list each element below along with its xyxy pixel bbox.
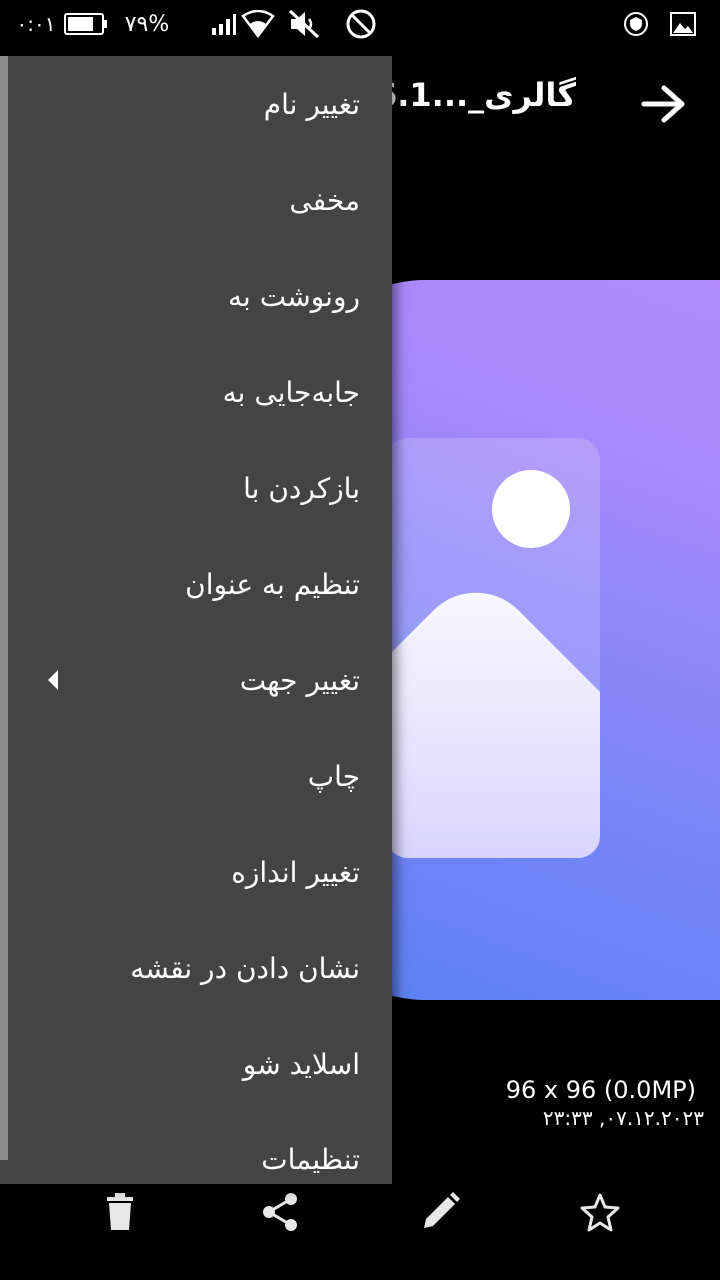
shield-icon <box>622 8 650 40</box>
bottom-toolbar <box>0 1180 720 1240</box>
menu-item-label: تنظیم به عنوان <box>185 567 360 601</box>
star-icon[interactable] <box>572 1184 628 1240</box>
status-bar: ۰:۰۱ ۷۹% <box>0 0 720 48</box>
menu-item-label: تنظیمات <box>261 1143 360 1176</box>
menu-item-label: مخفی <box>289 183 360 217</box>
menu-item-print[interactable]: چاپ <box>8 728 392 824</box>
menu-item-label: اسلاید شو <box>242 1047 360 1081</box>
image-datetime: ۲۳:۳۳ ,۰۷.۱۲.۲۰۲۳ <box>542 1106 704 1130</box>
menu-item-hide[interactable]: مخفی <box>8 152 392 248</box>
image-notification-icon <box>668 8 698 40</box>
trash-icon[interactable] <box>92 1184 148 1240</box>
menu-item-label: تغییر اندازه <box>231 855 360 889</box>
menu-item-label: تغییر نام <box>263 87 360 121</box>
menu-item-resize[interactable]: تغییر اندازه <box>8 824 392 920</box>
menu-item-rename[interactable]: تغییر نام <box>8 56 392 152</box>
menu-item-set-as[interactable]: تنظیم به عنوان <box>8 536 392 632</box>
menu-item-rotate[interactable]: تغییر جهت <box>8 632 392 728</box>
image-dimensions: 96 x 96 (0.0MP) <box>505 1076 696 1104</box>
mountain-shape <box>386 567 600 858</box>
back-arrow-icon[interactable] <box>632 80 696 128</box>
menu-item-label: چاپ <box>307 759 360 793</box>
menu-item-label: رونوشت به <box>228 279 360 313</box>
menu-scrollbar[interactable] <box>0 56 8 1160</box>
menu-item-label: نشان دادن در نقشه <box>130 951 360 985</box>
edit-icon[interactable] <box>412 1184 468 1240</box>
wifi-icon <box>240 8 276 40</box>
menu-item-open-with[interactable]: بازکردن با <box>8 440 392 536</box>
mute-icon <box>286 8 322 40</box>
mountain-clip <box>386 438 600 858</box>
menu-item-move-to[interactable]: جابه‌جایی به <box>8 344 392 440</box>
menu-item-label: جابه‌جایی به <box>222 375 360 409</box>
share-icon[interactable] <box>252 1184 308 1240</box>
battery-percent: ۷۹% <box>124 11 170 37</box>
do-not-disturb-icon <box>344 8 378 40</box>
menu-item-show-on-map[interactable]: نشان دادن در نقشه <box>8 920 392 1016</box>
menu-item-settings[interactable]: تنظیمات <box>8 1112 392 1184</box>
battery-icon <box>64 8 108 40</box>
menu-item-label: تغییر جهت <box>239 663 360 697</box>
status-time: ۰:۰۱ <box>16 12 56 36</box>
overflow-menu: تغییر نام مخفی رونوشت به جابه‌جایی به با… <box>0 56 392 1184</box>
menu-item-copy-to[interactable]: رونوشت به <box>8 248 392 344</box>
submenu-arrow-icon <box>48 670 58 690</box>
menu-item-label: بازکردن با <box>243 471 360 505</box>
signal-icon <box>210 8 238 40</box>
menu-item-slideshow[interactable]: اسلاید شو <box>8 1016 392 1112</box>
